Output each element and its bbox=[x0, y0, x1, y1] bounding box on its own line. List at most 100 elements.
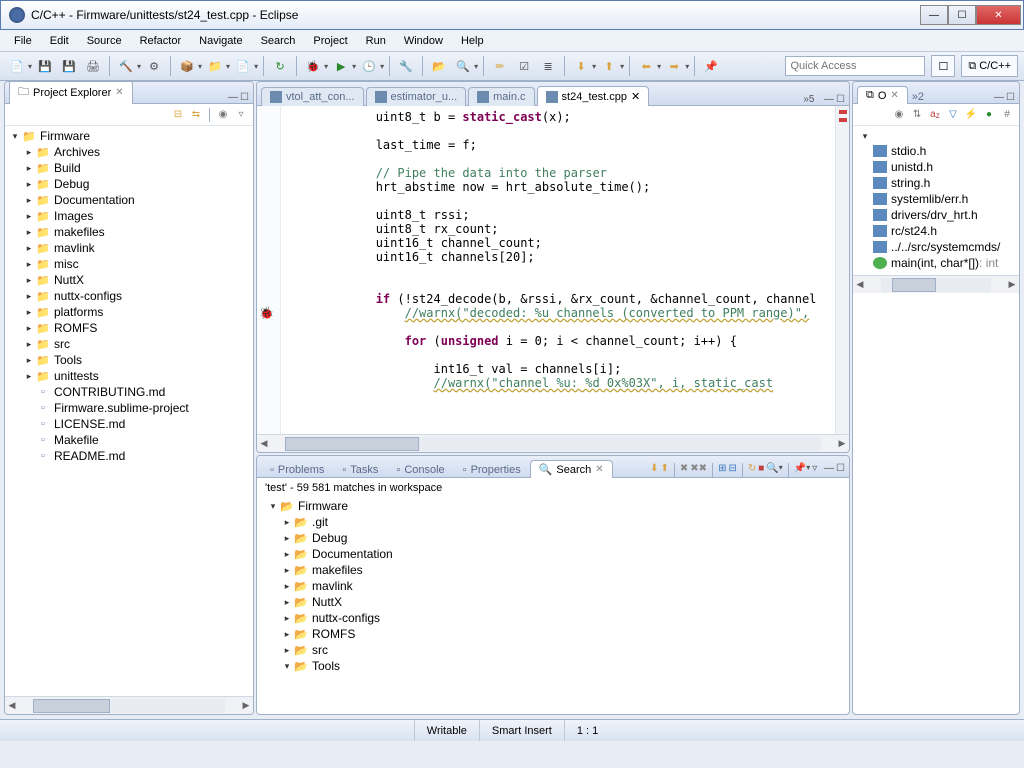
pin-search-icon[interactable]: 📌 bbox=[794, 463, 806, 477]
forward-icon[interactable]: ➡ bbox=[663, 55, 685, 77]
minimize-button[interactable]: — bbox=[920, 5, 948, 25]
menu-refactor[interactable]: Refactor bbox=[132, 33, 190, 49]
cpp-perspective-button[interactable]: ⧉ C/C++ bbox=[961, 55, 1018, 77]
tree-toggle-icon[interactable]: ▸ bbox=[23, 147, 35, 158]
tree-toggle-icon[interactable]: ▸ bbox=[23, 195, 35, 206]
toggle-mark-icon[interactable]: ✏ bbox=[489, 55, 511, 77]
outline-include[interactable]: string.h bbox=[857, 175, 1015, 191]
bottom-tab-console[interactable]: ▫Console bbox=[387, 461, 453, 478]
tree-toggle-icon[interactable]: ▸ bbox=[23, 179, 35, 190]
tree-toggle-icon[interactable]: ▾ bbox=[281, 661, 293, 672]
tree-toggle-icon[interactable]: ▸ bbox=[23, 323, 35, 334]
new-folder-icon[interactable]: 📁 bbox=[204, 55, 226, 77]
tree-item[interactable]: ▸📁Documentation bbox=[7, 192, 251, 208]
tree-item[interactable]: ▸📁NuttX bbox=[7, 272, 251, 288]
tree-item[interactable]: ▸📁misc bbox=[7, 256, 251, 272]
menu-run[interactable]: Run bbox=[358, 33, 394, 49]
tree-item[interactable]: ▸📁Tools bbox=[7, 352, 251, 368]
tree-item[interactable]: ▸📂.git bbox=[265, 514, 841, 530]
remove-match-icon[interactable]: ✖ bbox=[680, 463, 688, 477]
collapse-all-icon[interactable]: ⊟ bbox=[170, 107, 186, 123]
tree-toggle-icon[interactable]: ▸ bbox=[23, 371, 35, 382]
run-icon[interactable]: ▶ bbox=[330, 55, 352, 77]
tree-item[interactable]: ▫README.md bbox=[7, 448, 251, 464]
outline-tab[interactable]: ⧉ O ✕ bbox=[857, 86, 908, 104]
tree-toggle-icon[interactable]: ▸ bbox=[281, 629, 293, 640]
refresh-icon[interactable]: ↻ bbox=[269, 55, 291, 77]
hide-fields-icon[interactable]: ▽ bbox=[945, 107, 961, 123]
tree-toggle-icon[interactable]: ▾ bbox=[859, 131, 871, 142]
tree-toggle-icon[interactable]: ▸ bbox=[23, 163, 35, 174]
save-all-icon[interactable]: 💾 bbox=[58, 55, 80, 77]
close-icon[interactable]: ✕ bbox=[631, 90, 640, 103]
minimize-outline-icon[interactable]: — bbox=[994, 92, 1004, 103]
next-annotation-icon[interactable]: ⬇ bbox=[570, 55, 592, 77]
outline-icon[interactable]: ≣ bbox=[537, 55, 559, 77]
profile-icon[interactable]: 🕒 bbox=[358, 55, 380, 77]
tree-toggle-icon[interactable]: ▸ bbox=[281, 517, 293, 528]
menu-window[interactable]: Window bbox=[396, 33, 451, 49]
editor-tab[interactable]: vtol_att_con... bbox=[261, 87, 364, 106]
tree-item[interactable]: ▸📁Debug bbox=[7, 176, 251, 192]
close-icon[interactable]: ✕ bbox=[115, 87, 123, 98]
debug-icon[interactable]: 🐞 bbox=[302, 55, 324, 77]
tree-item[interactable]: ▸📁Archives bbox=[7, 144, 251, 160]
build-icon[interactable]: 🔨 bbox=[115, 55, 137, 77]
menu-search[interactable]: Search bbox=[253, 33, 304, 49]
maximize-button[interactable]: ☐ bbox=[948, 5, 976, 25]
bottom-tab-search[interactable]: 🔍Search✕ bbox=[530, 460, 613, 478]
menu-source[interactable]: Source bbox=[79, 33, 130, 49]
focus-icon[interactable]: ◉ bbox=[891, 107, 907, 123]
overview-ruler[interactable] bbox=[835, 106, 849, 434]
tree-item[interactable]: ▸📂NuttX bbox=[265, 594, 841, 610]
build-all-icon[interactable]: ⚙ bbox=[143, 55, 165, 77]
tree-toggle-icon[interactable]: ▸ bbox=[281, 533, 293, 544]
tree-item[interactable]: ▫LICENSE.md bbox=[7, 416, 251, 432]
print-icon[interactable]: 🖨 bbox=[82, 55, 104, 77]
close-icon[interactable]: ✕ bbox=[890, 90, 898, 101]
tree-toggle-icon[interactable]: ▸ bbox=[23, 339, 35, 350]
prev-annotation-icon[interactable]: ⬆ bbox=[598, 55, 620, 77]
maximize-editor-icon[interactable]: ☐ bbox=[836, 94, 845, 105]
tree-toggle-icon[interactable]: ▸ bbox=[23, 275, 35, 286]
open-type-icon[interactable]: 📂 bbox=[428, 55, 450, 77]
menu-help[interactable]: Help bbox=[453, 33, 492, 49]
code-editor[interactable]: uint8_t b = static_cast(x); last_time = … bbox=[281, 106, 835, 434]
view-menu-search-icon[interactable]: ▿ bbox=[812, 463, 817, 477]
maximize-outline-icon[interactable]: ☐ bbox=[1006, 92, 1015, 103]
link-editor-icon[interactable]: ⇆ bbox=[188, 107, 204, 123]
tree-item[interactable]: ▸📁Build bbox=[7, 160, 251, 176]
close-icon[interactable]: ✕ bbox=[595, 464, 603, 475]
tree-item[interactable]: ▸📁unittests bbox=[7, 368, 251, 384]
minimize-editor-icon[interactable]: — bbox=[824, 94, 834, 105]
outline-include[interactable]: unistd.h bbox=[857, 159, 1015, 175]
editor-tab[interactable]: main.c bbox=[468, 87, 534, 106]
project-explorer-tab[interactable]: 🗀 Project Explorer ✕ bbox=[9, 81, 133, 104]
tree-item[interactable]: ▸📁makefiles bbox=[7, 224, 251, 240]
new-file-icon[interactable]: 📄 bbox=[232, 55, 254, 77]
history-icon[interactable]: 🔍 bbox=[766, 463, 778, 477]
back-icon[interactable]: ⬅ bbox=[635, 55, 657, 77]
hide-static-icon[interactable]: ⚡ bbox=[963, 107, 979, 123]
menu-navigate[interactable]: Navigate bbox=[191, 33, 250, 49]
tree-toggle-icon[interactable]: ▾ bbox=[9, 131, 21, 142]
tree-item[interactable]: ▸📂ROMFS bbox=[265, 626, 841, 642]
bottom-tab-tasks[interactable]: ▫Tasks bbox=[333, 461, 387, 478]
external-tools-icon[interactable]: 🔧 bbox=[395, 55, 417, 77]
editor-tab[interactable]: st24_test.cpp✕ bbox=[537, 86, 650, 106]
group-includes-icon[interactable]: # bbox=[999, 107, 1015, 123]
menu-project[interactable]: Project bbox=[305, 33, 355, 49]
outline-include[interactable]: drivers/drv_hrt.h bbox=[857, 207, 1015, 223]
az-icon[interactable]: az bbox=[927, 107, 943, 123]
editor-hscrollbar[interactable]: ◀ ▶ bbox=[257, 434, 849, 452]
close-button[interactable]: ✕ bbox=[976, 5, 1021, 25]
tree-toggle-icon[interactable]: ▸ bbox=[23, 259, 35, 270]
maximize-view-icon[interactable]: ☐ bbox=[240, 92, 249, 103]
outline-include[interactable]: systemlib/err.h bbox=[857, 191, 1015, 207]
minimize-bottom-icon[interactable]: — bbox=[824, 463, 834, 477]
tree-item[interactable]: ▸📁platforms bbox=[7, 304, 251, 320]
view-menu-icon[interactable]: ▿ bbox=[233, 107, 249, 123]
hide-nonpublic-icon[interactable]: ● bbox=[981, 107, 997, 123]
tree-toggle-icon[interactable]: ▸ bbox=[23, 291, 35, 302]
tree-toggle-icon[interactable]: ▸ bbox=[23, 243, 35, 254]
